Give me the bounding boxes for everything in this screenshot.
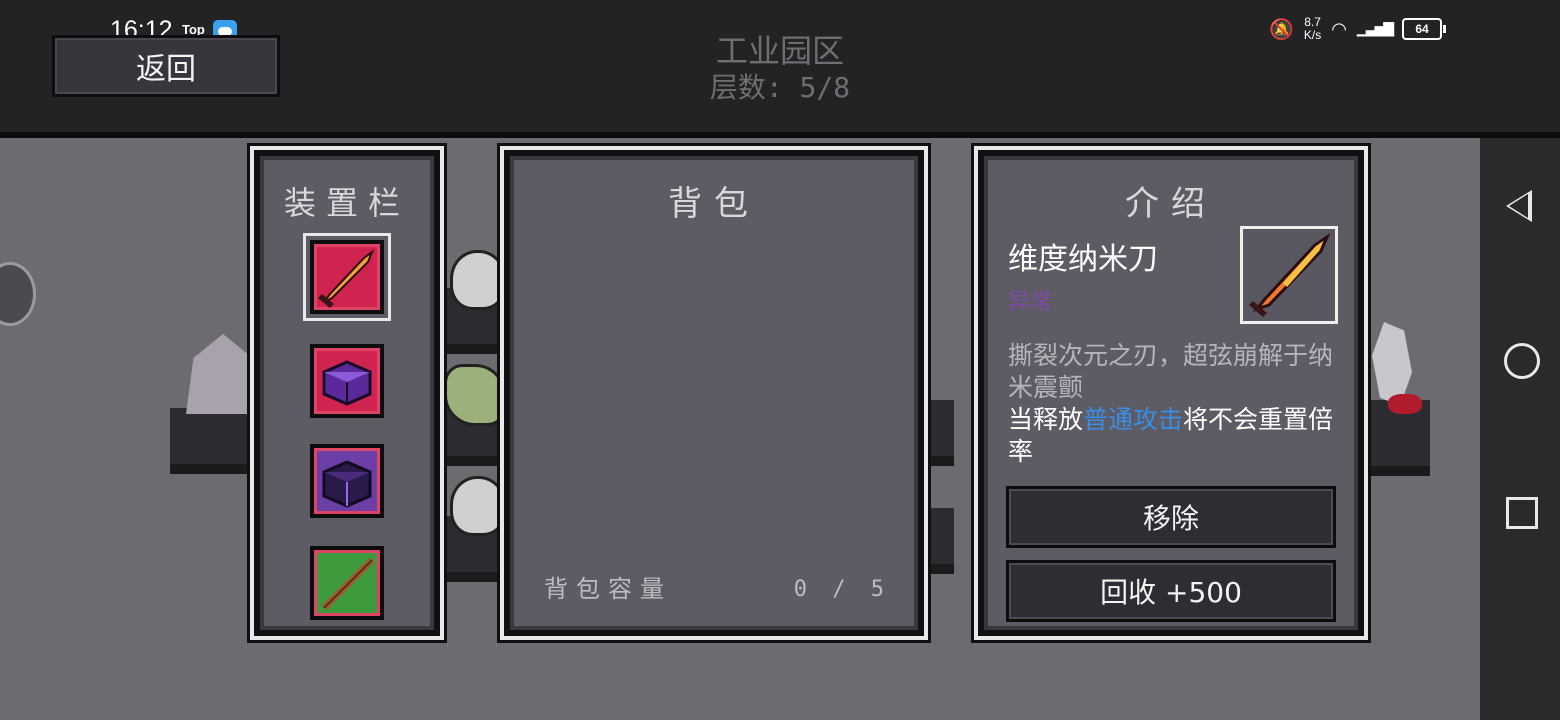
- item-image: [1240, 226, 1338, 324]
- recycle-button[interactable]: 回收 +500: [1006, 560, 1336, 622]
- info-panel: 介绍 维度纳米刀 异常 撕裂次元之刃，超弦崩解于纳米震颤 当释放普通攻击将不会重…: [971, 143, 1371, 643]
- system-nav-bar: [1480, 138, 1560, 720]
- house-icon: [186, 334, 260, 414]
- remove-button[interactable]: 移除: [1006, 486, 1336, 548]
- wooden-staff-icon: [321, 557, 375, 611]
- equipment-slot-4[interactable]: [310, 546, 384, 620]
- info-title: 介绍: [1125, 184, 1217, 224]
- skull-icon: [450, 476, 506, 536]
- keyword-normal-attack: 普通攻击: [1083, 405, 1184, 434]
- red-blade-icon: [1249, 232, 1331, 317]
- item-rarity: 异常: [1008, 290, 1053, 315]
- red-cloth-icon: [1388, 394, 1422, 414]
- map-tile: [930, 508, 954, 574]
- floating-assistant-button[interactable]: [0, 262, 36, 326]
- red-blade-icon: [318, 249, 375, 308]
- equipment-panel: 装置栏: [247, 143, 447, 643]
- nav-recent-apps-icon[interactable]: [1506, 497, 1538, 529]
- backpack-panel: 背包 背包容量 0 / 5: [497, 143, 931, 643]
- equipment-title: 装置栏: [283, 184, 410, 222]
- equipment-slot-3[interactable]: [310, 444, 384, 518]
- backpack-capacity-value: 0 / 5: [793, 577, 890, 602]
- backpack-capacity-label: 背包容量: [544, 575, 672, 603]
- purple-cube-icon: [322, 360, 372, 406]
- dark-cube-icon: [322, 460, 372, 508]
- item-name: 维度纳米刀: [1008, 242, 1158, 277]
- map-tile: [930, 400, 954, 466]
- equipment-slot-2[interactable]: [310, 344, 384, 418]
- nav-back-icon[interactable]: [1506, 190, 1532, 222]
- backpack-grid: [534, 240, 894, 556]
- floor-counter: 层数: 5/8: [709, 71, 851, 104]
- backpack-title: 背包: [668, 184, 760, 224]
- equipment-slot-1[interactable]: [303, 233, 391, 321]
- money-bag-icon: [444, 364, 506, 426]
- item-effect: 当释放普通攻击将不会重置倍率: [1008, 405, 1334, 466]
- skull-icon: [450, 250, 506, 310]
- map-tile: [170, 408, 260, 474]
- item-description: 撕裂次元之刃，超弦崩解于纳米震颤: [1008, 341, 1334, 402]
- nav-home-icon[interactable]: [1504, 343, 1540, 379]
